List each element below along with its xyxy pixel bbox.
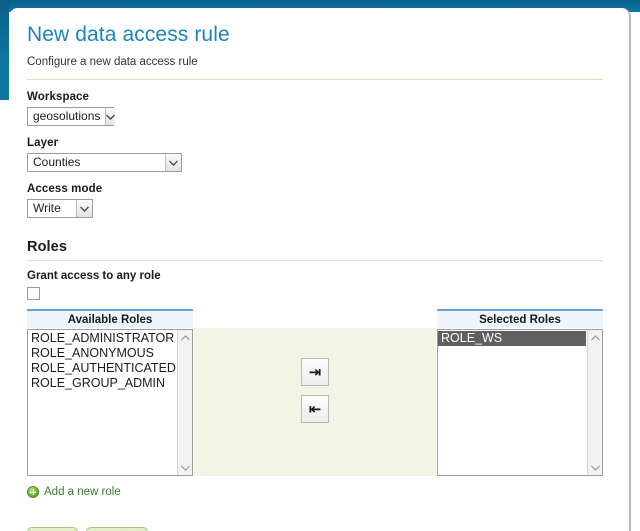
move-left-button[interactable]: ⇤	[301, 395, 329, 423]
add-new-role-link[interactable]: Add a new role	[44, 486, 121, 498]
available-roles-column: Available Roles ROLE_ADMINISTRATOR ROLE_…	[27, 309, 193, 476]
form-actions: Save Cancel	[27, 527, 603, 531]
roles-section-divider	[27, 260, 603, 261]
scroll-up-icon[interactable]	[588, 330, 602, 345]
available-roles-scrollbar[interactable]	[177, 330, 192, 475]
page-title: New data access rule	[27, 23, 230, 46]
arrow-left-into-icon: ⇤	[308, 399, 322, 418]
layer-select[interactable]: Counties	[27, 153, 182, 172]
workspace-label: Workspace	[27, 91, 90, 103]
available-roles-listbox[interactable]: ROLE_ADMINISTRATOR ROLE_ANONYMOUS ROLE_A…	[27, 329, 193, 476]
access-mode-select[interactable]: Write	[27, 199, 93, 218]
access-mode-label: Access mode	[27, 183, 103, 195]
chevron-down-icon	[165, 154, 181, 171]
content-panel: New data access rule Configure a new dat…	[9, 8, 631, 531]
selected-roles-scrollbar[interactable]	[587, 330, 602, 475]
scroll-down-icon[interactable]	[178, 460, 192, 475]
list-item[interactable]: ROLE_ANONYMOUS	[28, 346, 176, 361]
role-palette: ⇥ ⇤ Available Roles ROLE_ADMINISTRATOR R…	[27, 309, 603, 476]
page-subtitle: Configure a new data access rule	[27, 56, 198, 68]
application-window: New data access rule Configure a new dat…	[0, 0, 640, 531]
arrow-right-into-icon: ⇥	[308, 362, 322, 381]
cancel-button[interactable]: Cancel	[85, 527, 148, 531]
chevron-down-icon	[76, 200, 92, 217]
available-roles-header: Available Roles	[27, 309, 193, 328]
grant-any-role-label: Grant access to any role	[27, 270, 161, 282]
roles-section-title: Roles	[27, 239, 67, 255]
workspace-select[interactable]: geosolutions	[27, 107, 116, 126]
access-mode-select-value: Write	[33, 201, 61, 215]
layer-label: Layer	[27, 137, 59, 149]
list-item[interactable]: ROLE_AUTHENTICATED	[28, 361, 176, 376]
palette-middle-panel: ⇥ ⇤	[194, 328, 436, 476]
selected-roles-items: ROLE_WS	[438, 330, 586, 475]
grant-any-role-checkbox[interactable]	[27, 287, 40, 300]
list-item[interactable]: ROLE_ADMINISTRATOR	[28, 331, 176, 346]
move-right-button[interactable]: ⇥	[301, 358, 329, 386]
scroll-down-icon[interactable]	[588, 460, 602, 475]
add-circle-icon	[27, 486, 39, 498]
save-button[interactable]: Save	[27, 527, 78, 531]
chevron-down-icon	[105, 108, 116, 125]
workspace-select-value: geosolutions	[33, 109, 101, 123]
rule-form: Workspace geosolutions Layer Counties Ac…	[27, 91, 603, 531]
window-left-chrome-band	[0, 0, 9, 100]
available-roles-items: ROLE_ADMINISTRATOR ROLE_ANONYMOUS ROLE_A…	[28, 330, 176, 475]
list-item[interactable]: ROLE_GROUP_ADMIN	[28, 376, 176, 391]
selected-roles-listbox[interactable]: ROLE_WS	[437, 329, 603, 476]
add-new-role-row[interactable]: Add a new role	[27, 486, 603, 498]
layer-select-value: Counties	[33, 155, 81, 169]
selected-roles-column: Selected Roles ROLE_WS	[437, 309, 603, 476]
header-divider	[27, 79, 603, 80]
list-item[interactable]: ROLE_WS	[438, 331, 586, 346]
scroll-up-icon[interactable]	[178, 330, 192, 345]
selected-roles-header: Selected Roles	[437, 309, 603, 328]
